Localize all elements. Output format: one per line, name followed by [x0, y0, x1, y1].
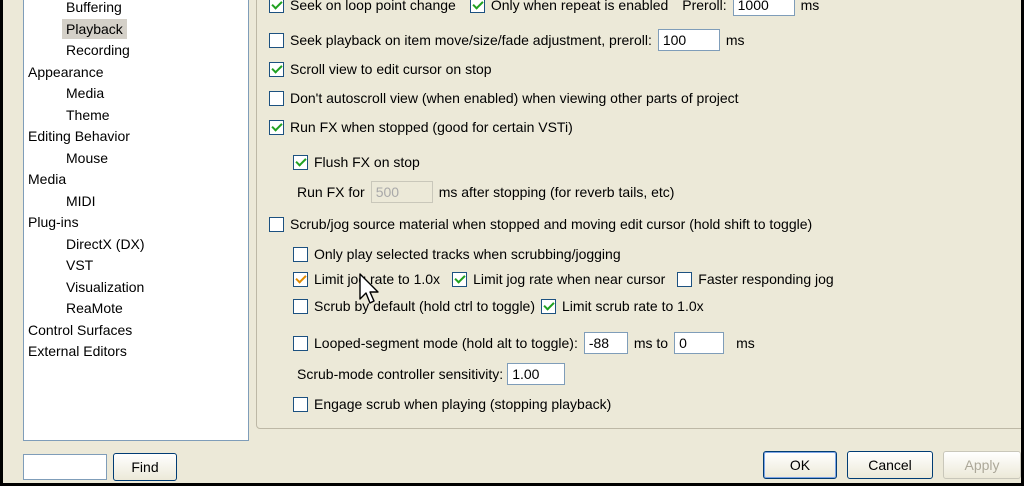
tree-item[interactable]: Buffering	[62, 0, 126, 17]
limit-scrub-label: Limit scrub rate to 1.0x	[562, 298, 704, 314]
only-repeat-checkbox[interactable]	[469, 0, 485, 13]
looped-segment-row: Looped-segment mode (hold alt to toggle)…	[293, 332, 755, 354]
run-fx-row: Run FX when stopped (good for certain VS…	[269, 116, 573, 138]
sensitivity-label: Scrub-mode controller sensitivity:	[297, 366, 504, 382]
seek-item-ms-label: ms	[725, 32, 745, 48]
preferences-window: Buffering Playback Recording Appearance Medi…	[0, 0, 1024, 486]
scrub-default-checkbox[interactable]	[293, 298, 308, 314]
dont-autoscroll-checkbox[interactable]	[269, 90, 284, 106]
flush-fx-row: Flush FX on stop	[293, 151, 420, 173]
scrub-default-row: Scrub by default (hold ctrl to toggle) L…	[293, 295, 704, 317]
ok-button[interactable]: OK	[763, 451, 837, 479]
sensitivity-input[interactable]: 1.00	[507, 363, 566, 385]
scrub-default-label: Scrub by default (hold ctrl to toggle)	[314, 298, 536, 314]
tree-item[interactable]: Appearance	[24, 62, 108, 82]
looped-segment-label: Looped-segment mode (hold alt to toggle)…	[314, 335, 578, 351]
flush-fx-checkbox[interactable]	[293, 154, 308, 170]
scrub-jog-label: Scrub/jog source material when stopped a…	[290, 216, 813, 232]
tree-item[interactable]: Playback	[62, 18, 127, 39]
seek-loop-row: Seek on loop point change Only when repe…	[269, 0, 819, 16]
ms-to-label: ms to	[633, 335, 669, 351]
looped-segment-checkbox[interactable]	[293, 335, 308, 351]
scrub-jog-checkbox[interactable]	[269, 216, 284, 232]
find-input[interactable]	[23, 454, 107, 480]
flush-fx-label: Flush FX on stop	[314, 154, 420, 170]
only-selected-row: Only play selected tracks when scrubbing…	[293, 243, 621, 265]
seek-item-preroll-input[interactable]: 100	[657, 29, 720, 51]
faster-jog-label: Faster responding jog	[698, 271, 834, 287]
seek-item-row: Seek playback on item move/size/fade adj…	[269, 29, 745, 51]
limit-jog-checkbox[interactable]	[293, 271, 308, 287]
scrub-jog-row: Scrub/jog source material when stopped a…	[269, 213, 812, 235]
limit-jog-near-checkbox[interactable]	[452, 271, 468, 287]
faster-jog-checkbox[interactable]	[677, 271, 693, 287]
seek-loop-label: Seek on loop point change	[290, 0, 456, 13]
tree-item[interactable]: Theme	[62, 105, 114, 125]
engage-scrub-label: Engage scrub when playing (stopping play…	[314, 396, 612, 412]
tree-item[interactable]: Visualization	[62, 277, 148, 297]
tree-item[interactable]: DirectX (DX)	[62, 234, 149, 254]
run-fx-checkbox[interactable]	[269, 119, 284, 135]
preroll-label: Preroll:	[682, 0, 727, 13]
run-fx-after-label: ms after stopping (for reverb tails, etc…	[438, 184, 675, 200]
tree-item[interactable]: Plug-ins	[24, 212, 83, 232]
run-fx-for-label: Run FX for	[297, 184, 365, 200]
tree-item[interactable]: External Editors	[24, 341, 131, 361]
mouse-pointer-icon	[359, 273, 379, 304]
looped-ms-label: ms	[736, 335, 755, 351]
run-fx-for-input: 500	[370, 181, 433, 203]
seek-item-label: Seek playback on item move/size/fade adj…	[290, 32, 652, 48]
looped-to-input[interactable]: 0	[674, 332, 725, 354]
run-fx-for-row: Run FX for 500 ms after stopping (for re…	[297, 181, 674, 203]
preferences-tree[interactable]: Buffering Playback Recording Appearance Medi…	[23, 0, 249, 441]
looped-from-input[interactable]: -88	[583, 332, 628, 354]
tree-item[interactable]: MIDI	[62, 191, 100, 211]
dont-autoscroll-label: Don't autoscroll view (when enabled) whe…	[290, 90, 739, 106]
find-button[interactable]: Find	[113, 453, 177, 481]
preroll-input[interactable]: 1000	[732, 0, 795, 16]
preroll-ms-label: ms	[800, 0, 820, 13]
dont-autoscroll-row: Don't autoscroll view (when enabled) whe…	[269, 87, 739, 109]
tree-item[interactable]: Recording	[62, 40, 134, 60]
tree-item[interactable]: ReaMote	[62, 298, 127, 318]
sensitivity-row: Scrub-mode controller sensitivity: 1.00	[297, 363, 571, 385]
limit-jog-near-label: Limit jog rate when near cursor	[473, 271, 666, 287]
tree-item[interactable]: Mouse	[62, 148, 112, 168]
apply-button[interactable]: Apply	[943, 451, 1021, 479]
scroll-view-row: Scroll view to edit cursor on stop	[269, 58, 492, 80]
run-fx-label: Run FX when stopped (good for certain VS…	[290, 119, 573, 135]
tree-item[interactable]: VST	[62, 255, 97, 275]
scroll-view-checkbox[interactable]	[269, 61, 284, 77]
tree-item[interactable]: Media	[62, 83, 108, 103]
engage-scrub-checkbox[interactable]	[293, 396, 308, 412]
engage-scrub-row: Engage scrub when playing (stopping play…	[293, 393, 611, 415]
seek-item-checkbox[interactable]	[269, 32, 284, 48]
only-selected-checkbox[interactable]	[293, 246, 308, 262]
tree-item[interactable]: Editing Behavior	[24, 126, 134, 146]
playback-settings-panel: Seek on loop point change Only when repe…	[256, 0, 1021, 429]
scroll-view-label: Scroll view to edit cursor on stop	[290, 61, 492, 77]
only-selected-label: Only play selected tracks when scrubbing…	[314, 246, 621, 262]
limit-scrub-checkbox[interactable]	[541, 298, 557, 314]
seek-loop-checkbox[interactable]	[269, 0, 284, 13]
cancel-button[interactable]: Cancel	[847, 451, 933, 479]
only-repeat-label: Only when repeat is enabled	[490, 0, 669, 13]
tree-item[interactable]: Control Surfaces	[24, 320, 136, 340]
tree-item[interactable]: Media	[24, 169, 70, 189]
